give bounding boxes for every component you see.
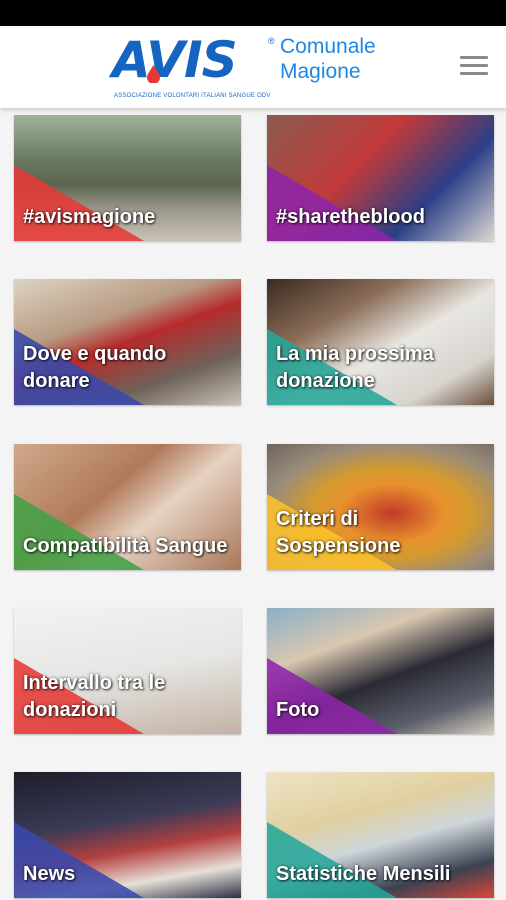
tile-news[interactable]: News xyxy=(14,772,241,898)
tile-label: Criteri di Sospensione xyxy=(276,508,401,557)
blood-drop-icon xyxy=(147,65,160,83)
org-name-line2: Magione xyxy=(280,60,361,83)
tile-label: Intervallo tra le donazioni xyxy=(23,672,166,721)
tile-statistiche-mensili[interactable]: Statistiche Mensili xyxy=(267,772,494,898)
avis-logo[interactable]: AVIS ® ASSOCIAZIONE VOLONTARI ITALIANI S… xyxy=(112,34,280,104)
tile-criteri-di-sospensione[interactable]: Criteri di Sospensione xyxy=(267,444,494,570)
logo-wordmark: AVIS xyxy=(112,31,238,89)
app-header: AVIS ® ASSOCIAZIONE VOLONTARI ITALIANI S… xyxy=(0,26,506,108)
registered-mark: ® xyxy=(268,36,275,46)
tile-compatibilita-sangue[interactable]: Compatibilità Sangue xyxy=(14,444,241,570)
menu-grid: #avismagione #sharetheblood Dove e quand… xyxy=(0,108,506,900)
org-name: Comunale Magione xyxy=(280,34,410,84)
tile-label: Compatibilità Sangue xyxy=(23,535,228,557)
tile-label: La mia prossima donazione xyxy=(276,343,434,392)
logo-tagline: ASSOCIAZIONE VOLONTARI ITALIANI SANGUE O… xyxy=(114,93,271,99)
tile-label: Dove e quando donare xyxy=(23,343,167,392)
tile-dove-e-quando-donare[interactable]: Dove e quando donare xyxy=(14,279,241,405)
tile-label: #sharetheblood xyxy=(276,206,425,228)
tile-avismagione[interactable]: #avismagione xyxy=(14,115,241,241)
tile-label: Foto xyxy=(276,699,320,721)
tile-label: News xyxy=(23,863,76,885)
status-bar xyxy=(0,0,506,26)
tile-label: Statistiche Mensili xyxy=(276,863,451,885)
tile-foto[interactable]: Foto xyxy=(267,608,494,734)
tile-label: #avismagione xyxy=(23,206,156,228)
tile-la-mia-prossima-donazione[interactable]: La mia prossima donazione xyxy=(267,279,494,405)
tile-intervallo-tra-le-donazioni[interactable]: Intervallo tra le donazioni xyxy=(14,608,241,734)
hamburger-menu-icon[interactable] xyxy=(460,56,488,78)
tile-sharetheblood[interactable]: #sharetheblood xyxy=(267,115,494,241)
org-name-line1: Comunale xyxy=(280,35,376,58)
